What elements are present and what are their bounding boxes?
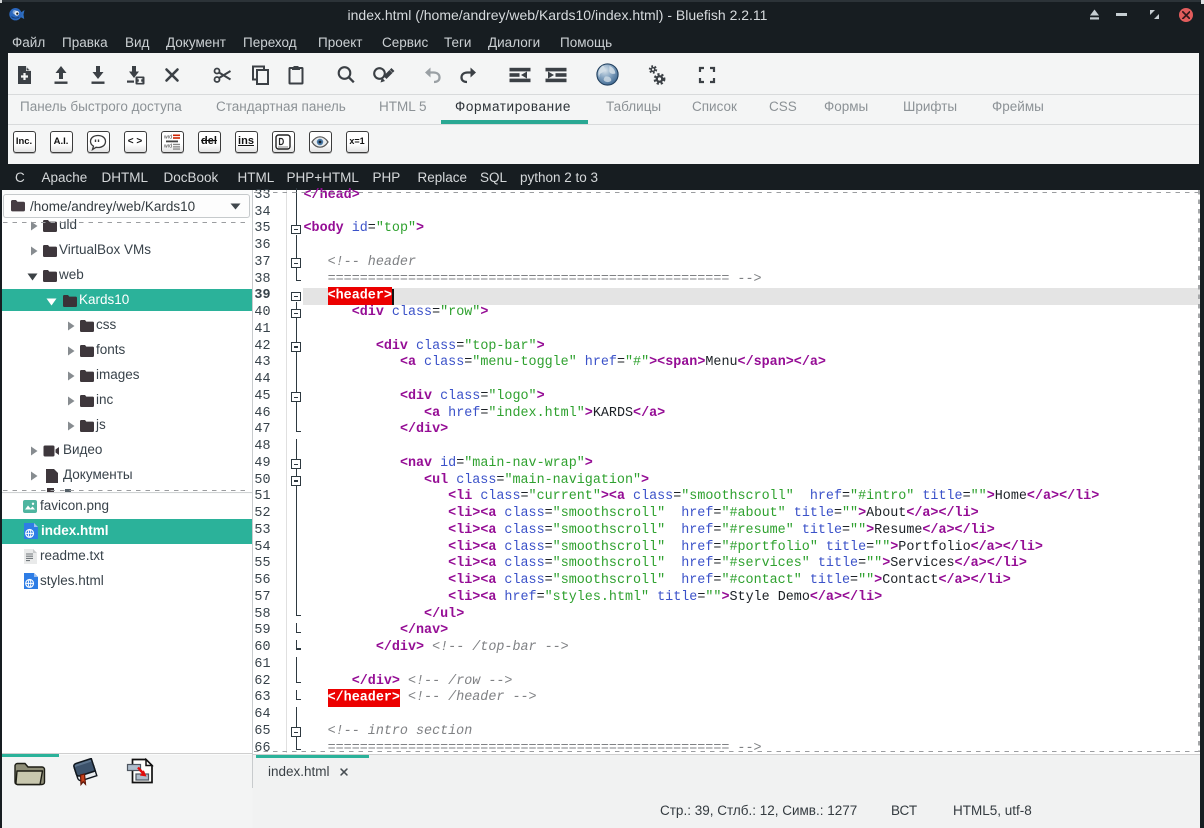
svg-text:wrd: wrd xyxy=(164,144,172,150)
svg-text:wrd: wrd xyxy=(164,135,172,141)
